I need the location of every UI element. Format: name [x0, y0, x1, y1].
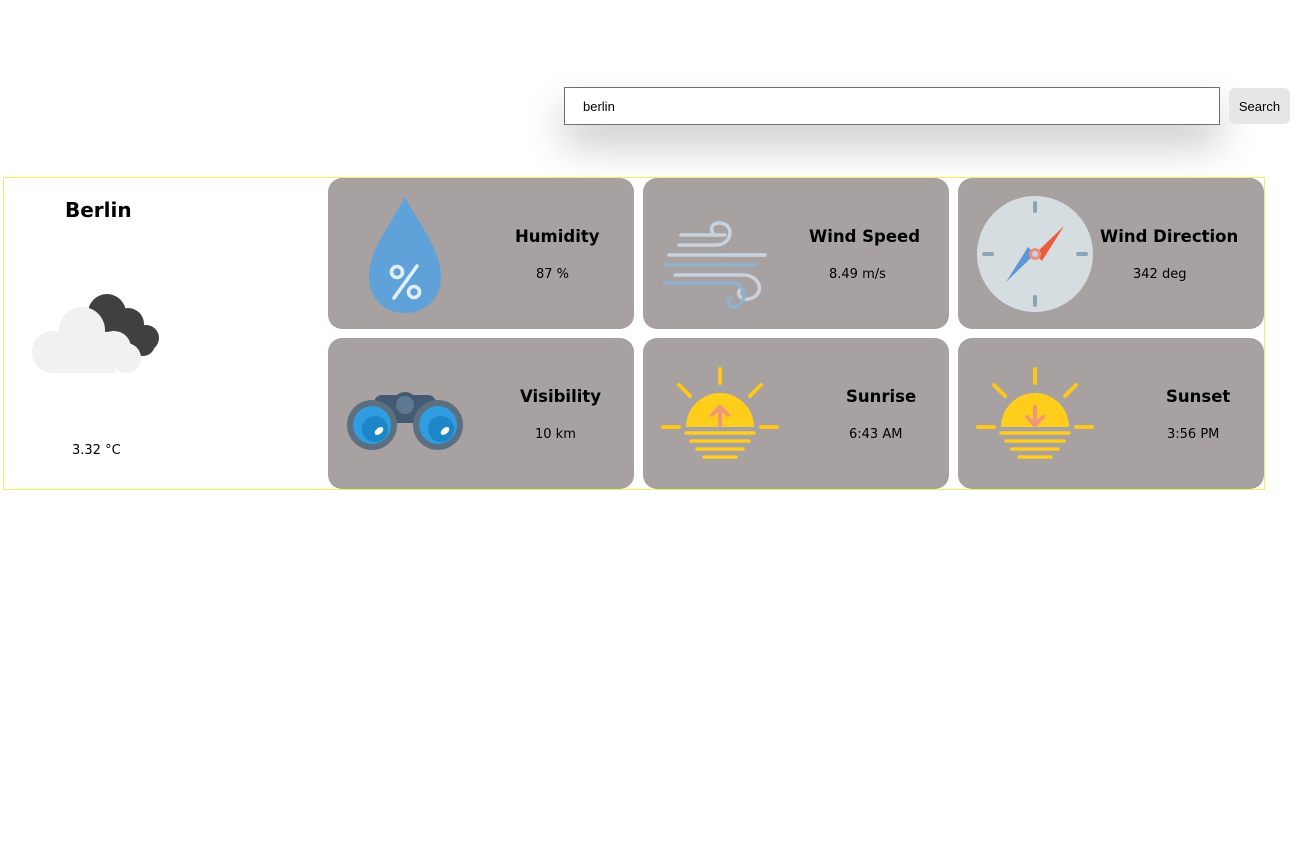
- sunrise-title: Sunrise: [846, 387, 917, 406]
- humidity-drop-icon: [369, 197, 441, 313]
- wind-direction-card: Wind Direction 342 deg: [958, 178, 1264, 329]
- binoculars-icon: [347, 392, 463, 450]
- search-button[interactable]: Search: [1229, 88, 1290, 124]
- visibility-value: 10 km: [535, 427, 576, 442]
- wind-speed-value: 8.49 m/s: [829, 267, 886, 282]
- wind-speed-card: Wind Speed 8.49 m/s: [643, 178, 949, 329]
- sunrise-card: Sunrise 6:43 AM: [643, 338, 949, 489]
- humidity-title: Humidity: [515, 227, 600, 246]
- temperature: 3.32 °C: [72, 443, 121, 458]
- wind-direction-title: Wind Direction: [1100, 227, 1239, 246]
- search-input[interactable]: [564, 87, 1220, 125]
- wind-direction-value: 342 deg: [1133, 267, 1187, 282]
- sunset-card: Sunset 3:56 PM: [958, 338, 1264, 489]
- cloud-icon: [32, 294, 159, 373]
- weather-panel: Berlin 3.32 °C Humidity 87 % Wind Speed …: [3, 177, 1265, 490]
- city-summary: Berlin 3.32 °C: [4, 178, 324, 489]
- humidity-card: Humidity 87 %: [328, 178, 634, 329]
- visibility-card: Visibility 10 km: [328, 338, 634, 489]
- sunset-icon: [976, 367, 1094, 459]
- city-name: Berlin: [65, 198, 132, 222]
- sunrise-value: 6:43 AM: [849, 427, 903, 442]
- sunrise-icon: [661, 367, 779, 459]
- compass-icon: [977, 196, 1093, 312]
- sunset-title: Sunset: [1166, 387, 1231, 406]
- humidity-value: 87 %: [536, 267, 570, 282]
- wind-icon: [663, 221, 767, 309]
- visibility-title: Visibility: [520, 387, 602, 406]
- wind-speed-title: Wind Speed: [809, 227, 921, 246]
- sunset-value: 3:56 PM: [1167, 427, 1220, 442]
- search-bar: Search: [564, 87, 1290, 125]
